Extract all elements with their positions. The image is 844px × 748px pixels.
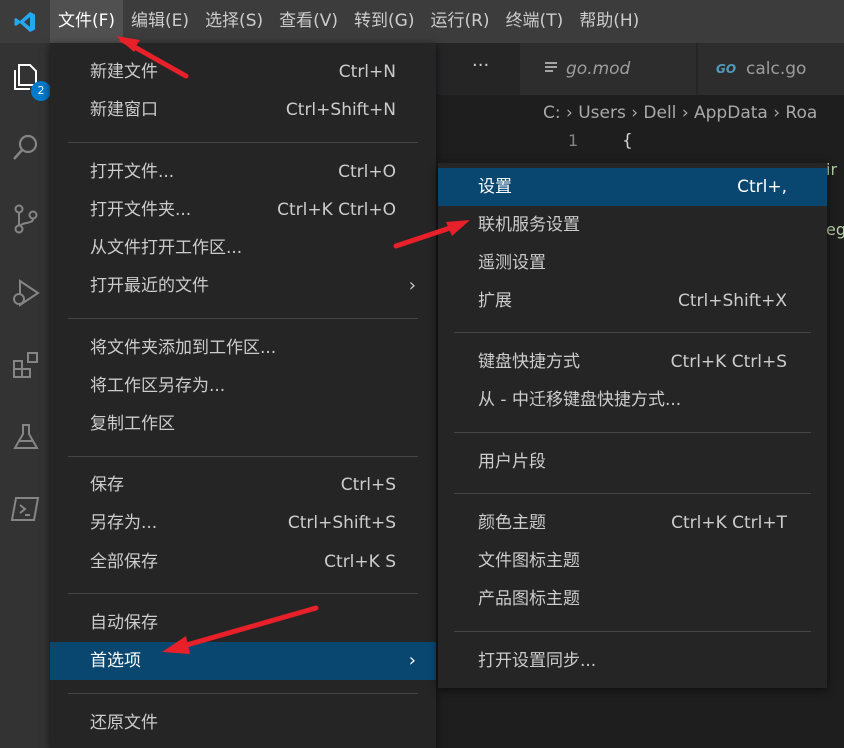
menu-item-save-as[interactable]: 另存为... Ctrl+Shift+S: [50, 504, 436, 542]
menu-item-open-folder[interactable]: 打开文件夹... Ctrl+K Ctrl+O: [50, 191, 436, 229]
menu-item-open-workspace[interactable]: 从文件打开工作区...: [50, 229, 436, 267]
file-lines-icon: [545, 62, 557, 72]
menu-item-telemetry-settings[interactable]: 遥测设置: [438, 244, 827, 282]
menu-item-settings[interactable]: 设置 Ctrl+,: [438, 168, 827, 206]
vscode-logo-icon: [0, 0, 50, 43]
menu-view[interactable]: 查看(V): [271, 0, 346, 43]
menu-go[interactable]: 转到(G): [346, 0, 422, 43]
menu-item-save-workspace-as[interactable]: 将工作区另存为...: [50, 367, 436, 405]
menu-separator: [68, 456, 418, 457]
menu-separator: [68, 142, 418, 143]
menu-item-online-services-settings[interactable]: 联机服务设置: [438, 206, 827, 244]
menu-item-new-window[interactable]: 新建窗口 Ctrl+Shift+N: [50, 91, 436, 129]
menu-item-file-icon-theme[interactable]: 文件图标主题: [438, 542, 827, 580]
menu-item-open-recent[interactable]: 打开最近的文件 ›: [50, 267, 436, 305]
menu-separator: [454, 432, 811, 433]
tab-label: go.mod: [566, 59, 631, 79]
editor-tabs-bar: ··· go.mod GO calc.go: [436, 43, 844, 95]
menu-item-save[interactable]: 保存 Ctrl+S: [50, 466, 436, 504]
more-actions-icon[interactable]: ···: [472, 55, 489, 76]
line-number: 1: [568, 131, 579, 150]
menu-bar: 文件(F) 编辑(E) 选择(S) 查看(V) 转到(G) 运行(R) 终端(T…: [0, 0, 844, 43]
go-file-icon: GO: [716, 62, 737, 76]
menu-item-duplicate-workspace[interactable]: 复制工作区: [50, 405, 436, 443]
run-debug-icon[interactable]: [10, 277, 42, 309]
terminal-icon[interactable]: [10, 493, 42, 525]
menu-item-revert-file[interactable]: 还原文件: [50, 704, 436, 742]
menu-separator: [454, 493, 811, 494]
file-menu-dropdown: 新建文件 Ctrl+N 新建窗口 Ctrl+Shift+N 打开文件... Ctrl+…: [50, 43, 436, 748]
breadcrumb-path[interactable]: C: › Users › Dell › AppData › Roa: [543, 95, 817, 131]
menu-help[interactable]: 帮助(H): [571, 0, 647, 43]
source-control-icon[interactable]: [10, 203, 42, 235]
menu-item-auto-save[interactable]: 自动保存: [50, 604, 436, 642]
menu-item-preferences[interactable]: 首选项 ›: [50, 642, 436, 680]
extensions-icon[interactable]: [10, 349, 42, 381]
tab-go-mod[interactable]: go.mod: [520, 43, 697, 95]
menu-edit[interactable]: 编辑(E): [123, 0, 197, 43]
menu-item-new-file[interactable]: 新建文件 Ctrl+N: [50, 53, 436, 91]
search-icon[interactable]: [10, 131, 42, 163]
menu-terminal[interactable]: 终端(T): [498, 0, 572, 43]
explorer-badge: 2: [31, 81, 51, 101]
menu-item-add-folder-to-workspace[interactable]: 将文件夹添加到工作区...: [50, 329, 436, 367]
menu-separator: [454, 332, 811, 333]
menu-item-extensions[interactable]: 扩展 Ctrl+Shift+X: [438, 282, 827, 320]
menu-separator: [454, 631, 811, 632]
tab-label: calc.go: [746, 59, 807, 79]
menu-file[interactable]: 文件(F): [50, 0, 124, 43]
menu-item-settings-sync[interactable]: 打开设置同步...: [438, 642, 827, 680]
menu-item-user-snippets[interactable]: 用户片段: [438, 443, 827, 481]
menu-item-migrate-keybindings[interactable]: 从 - 中迁移键盘快捷方式...: [438, 381, 827, 419]
activity-bar: [0, 43, 50, 748]
menu-separator: [68, 318, 418, 319]
chevron-right-icon: ›: [408, 275, 416, 296]
code-fragment: ir: [826, 160, 838, 179]
code-line[interactable]: {: [622, 131, 633, 151]
menu-selection[interactable]: 选择(S): [197, 0, 271, 43]
breadcrumb[interactable]: C: › Users › Dell › AppData › Roa: [436, 95, 844, 131]
menu-item-product-icon-theme[interactable]: 产品图标主题: [438, 580, 827, 618]
menu-separator: [68, 593, 418, 594]
preferences-submenu: 设置 Ctrl+, 联机服务设置 遥测设置 扩展 Ctrl+Shift+X 键盘快捷…: [438, 163, 827, 688]
menu-item-open-file[interactable]: 打开文件... Ctrl+O: [50, 153, 436, 191]
testing-flask-icon[interactable]: [10, 421, 42, 453]
menu-item-keyboard-shortcuts[interactable]: 键盘快捷方式 Ctrl+K Ctrl+S: [438, 343, 827, 381]
code-fragment: egr: [826, 220, 844, 239]
menu-separator: [68, 693, 418, 694]
tab-calc-go[interactable]: GO calc.go: [698, 43, 844, 95]
menu-item-save-all[interactable]: 全部保存 Ctrl+K S: [50, 543, 436, 581]
menu-item-color-theme[interactable]: 颜色主题 Ctrl+K Ctrl+T: [438, 504, 827, 542]
menu-run[interactable]: 运行(R): [422, 0, 497, 43]
chevron-right-icon: ›: [408, 650, 416, 671]
